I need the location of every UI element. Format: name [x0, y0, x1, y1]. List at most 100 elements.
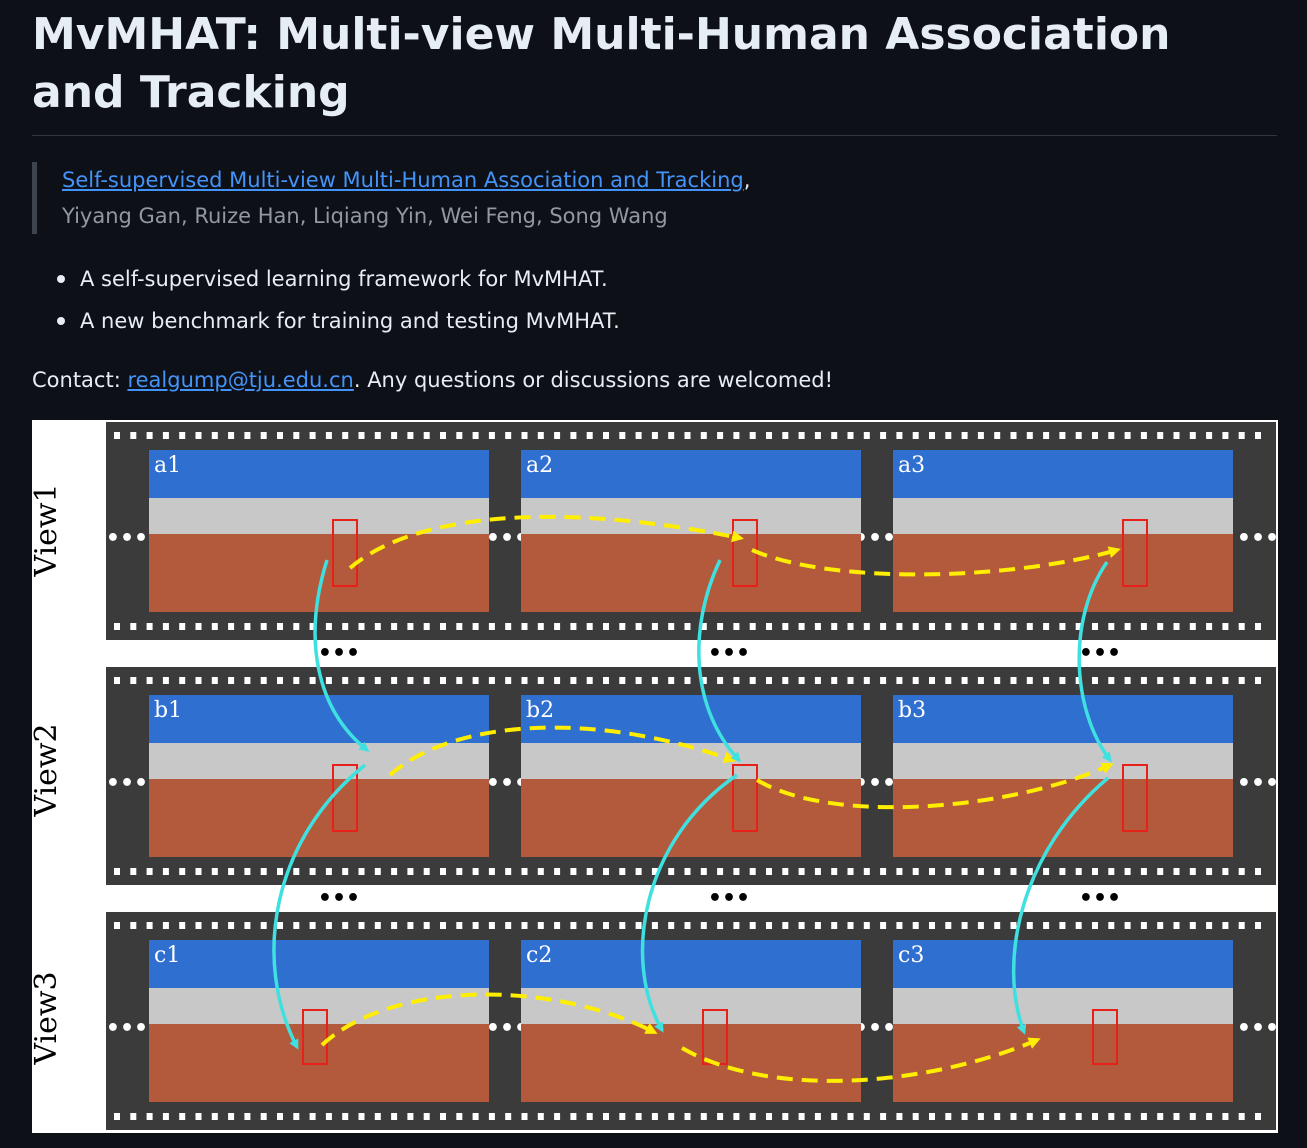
frame-label: a2 [526, 453, 553, 478]
film-perforation [700, 432, 707, 439]
film-perforation [1238, 1113, 1245, 1120]
film-perforation [1010, 868, 1017, 875]
film-perforation [456, 677, 463, 684]
film-perforation [554, 623, 561, 630]
film-perforation [114, 432, 120, 439]
feature-list: A self-supervised learning framework for… [54, 258, 620, 342]
film-perforation [162, 868, 169, 875]
paper-link[interactable]: Self-supervised Multi-view Multi-Human A… [62, 168, 744, 192]
film-perforation [700, 1113, 707, 1120]
film-perforation [1026, 1113, 1033, 1120]
film-perforation [195, 623, 202, 630]
film-perforation [391, 677, 398, 684]
film-perforation [1238, 868, 1245, 875]
film-perforation [260, 677, 267, 684]
film-perforation [325, 868, 332, 875]
film-strip-view3: ••• ••• ••• •••c1 c2 c3 [106, 912, 1278, 1130]
film-perforation [1189, 623, 1196, 630]
film-perforation [586, 432, 593, 439]
film-perforation [749, 868, 756, 875]
figure-canvas: View1 View2 View3 ••• ••• ••• ••• a1 a2 a3 •••… [32, 422, 1278, 1130]
film-perforation [1206, 432, 1213, 439]
film-perforation [472, 623, 479, 630]
frame-building [149, 498, 489, 534]
film-perforation [162, 432, 169, 439]
film-perforation [505, 868, 512, 875]
film-perforation [244, 677, 251, 684]
film-perforation [896, 432, 903, 439]
film-perforation [880, 432, 887, 439]
film-perforation [733, 868, 740, 875]
film-perforation [114, 623, 120, 630]
film-perforation [179, 677, 186, 684]
film-perforation [162, 623, 169, 630]
frame-label: a3 [898, 453, 925, 478]
film-perforation [374, 922, 381, 929]
film-perforation [814, 922, 821, 929]
film-perforation [912, 1113, 919, 1120]
film-ellipsis: ••• [106, 1016, 148, 1041]
film-perforation [423, 623, 430, 630]
frame-ground [521, 1024, 861, 1102]
film-perforation [847, 677, 854, 684]
film-perforation [798, 922, 805, 929]
film-perforation [749, 623, 756, 630]
film-perforation [1043, 677, 1050, 684]
film-perforation [847, 623, 854, 630]
film-perforation [961, 432, 968, 439]
film-perforation [277, 922, 283, 929]
film-perforation [1255, 922, 1261, 929]
film-perforation [179, 1113, 186, 1120]
film-perforation [211, 677, 218, 684]
film-perforation [309, 1113, 316, 1120]
film-perforation [1043, 868, 1050, 875]
film-perforation [766, 623, 772, 630]
film-perforation [325, 1113, 332, 1120]
film-perforation [1092, 922, 1098, 929]
film-perforation [668, 677, 675, 684]
film-perforation [521, 868, 528, 875]
frame-ground [893, 534, 1233, 612]
film-perforation [1059, 623, 1066, 630]
film-perforation [961, 1113, 968, 1120]
paper-link-suffix: , [743, 168, 751, 192]
film-perforation [1026, 623, 1033, 630]
film-strip-view2: ••• ••• ••• •••b1 b2 b3 [106, 667, 1278, 885]
film-perforation [603, 432, 609, 439]
film-perforation [407, 922, 414, 929]
film-perforation [1059, 922, 1066, 929]
film-perforation [342, 922, 349, 929]
film-perforation [293, 432, 300, 439]
film-perforation [570, 1113, 577, 1120]
film-perforation [831, 922, 838, 929]
film-perforation [472, 432, 479, 439]
film-perforation [211, 1113, 218, 1120]
film-perforation [733, 432, 740, 439]
film-perforation [1010, 1113, 1017, 1120]
film-perforation [244, 432, 251, 439]
film-perforation [668, 432, 675, 439]
title-divider [32, 135, 1277, 136]
film-perforation [325, 432, 332, 439]
contact-line: Contact: realgump@tju.edu.cn. Any questi… [32, 364, 833, 396]
film-perforation [505, 922, 512, 929]
film-perforation [146, 1113, 153, 1120]
contact-email-link[interactable]: realgump@tju.edu.cn [127, 368, 353, 392]
film-perforation [863, 922, 870, 929]
film-perforation [1222, 868, 1229, 875]
film-perforation [260, 1113, 267, 1120]
film-perforation [1206, 868, 1213, 875]
film-perforation [521, 677, 528, 684]
film-perforation [505, 677, 512, 684]
film-perforation [1043, 922, 1050, 929]
film-perforation [277, 432, 283, 439]
film-perforation [961, 922, 968, 929]
frame-building [893, 498, 1233, 534]
film-perforation [717, 1113, 724, 1120]
frame-building [893, 743, 1233, 779]
film-perforation [505, 623, 512, 630]
film-perforation [228, 432, 235, 439]
film-perforation [211, 432, 218, 439]
video-frame-b2: b2 [521, 695, 861, 857]
film-perforation [277, 677, 283, 684]
